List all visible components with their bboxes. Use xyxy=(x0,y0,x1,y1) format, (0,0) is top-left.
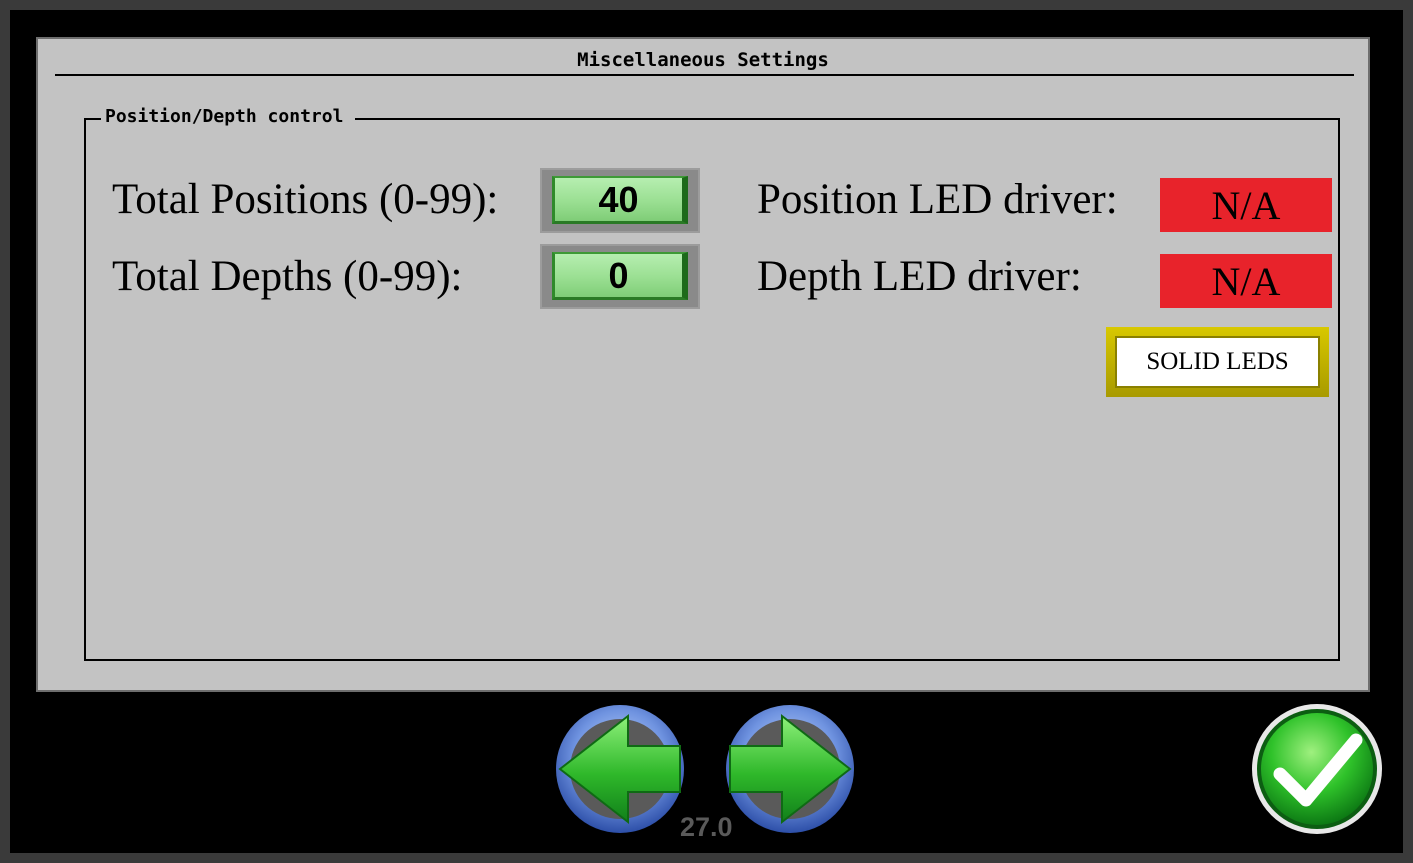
version-label: 27.0 xyxy=(680,812,733,842)
total-positions-label: Total Positions (0-99): xyxy=(112,176,499,223)
total-depths-label: Total Depths (0-99): xyxy=(112,253,463,300)
solid-leds-label: SOLID LEDS xyxy=(1115,336,1320,388)
position-led-driver-status: N/A xyxy=(1160,178,1332,232)
confirm-button[interactable] xyxy=(1250,702,1384,840)
previous-button[interactable] xyxy=(554,702,686,840)
solid-leds-button[interactable]: SOLID LEDS xyxy=(1106,327,1329,397)
title-divider xyxy=(55,74,1354,76)
next-button[interactable] xyxy=(724,702,856,840)
group-legend: Position/Depth control xyxy=(101,106,356,127)
right-arrow-icon xyxy=(726,705,854,833)
total-positions-input[interactable]: 40 xyxy=(540,168,700,233)
checkmark-icon xyxy=(1252,704,1382,834)
total-depths-value: 0 xyxy=(552,252,688,300)
left-arrow-icon xyxy=(556,705,684,833)
total-depths-input[interactable]: 0 xyxy=(540,244,700,309)
position-led-driver-label: Position LED driver: xyxy=(757,176,1118,223)
total-positions-value: 40 xyxy=(552,176,688,224)
page-title: Miscellaneous Settings xyxy=(577,49,829,71)
depth-led-driver-label: Depth LED driver: xyxy=(757,253,1082,300)
depth-led-driver-status: N/A xyxy=(1160,254,1332,308)
